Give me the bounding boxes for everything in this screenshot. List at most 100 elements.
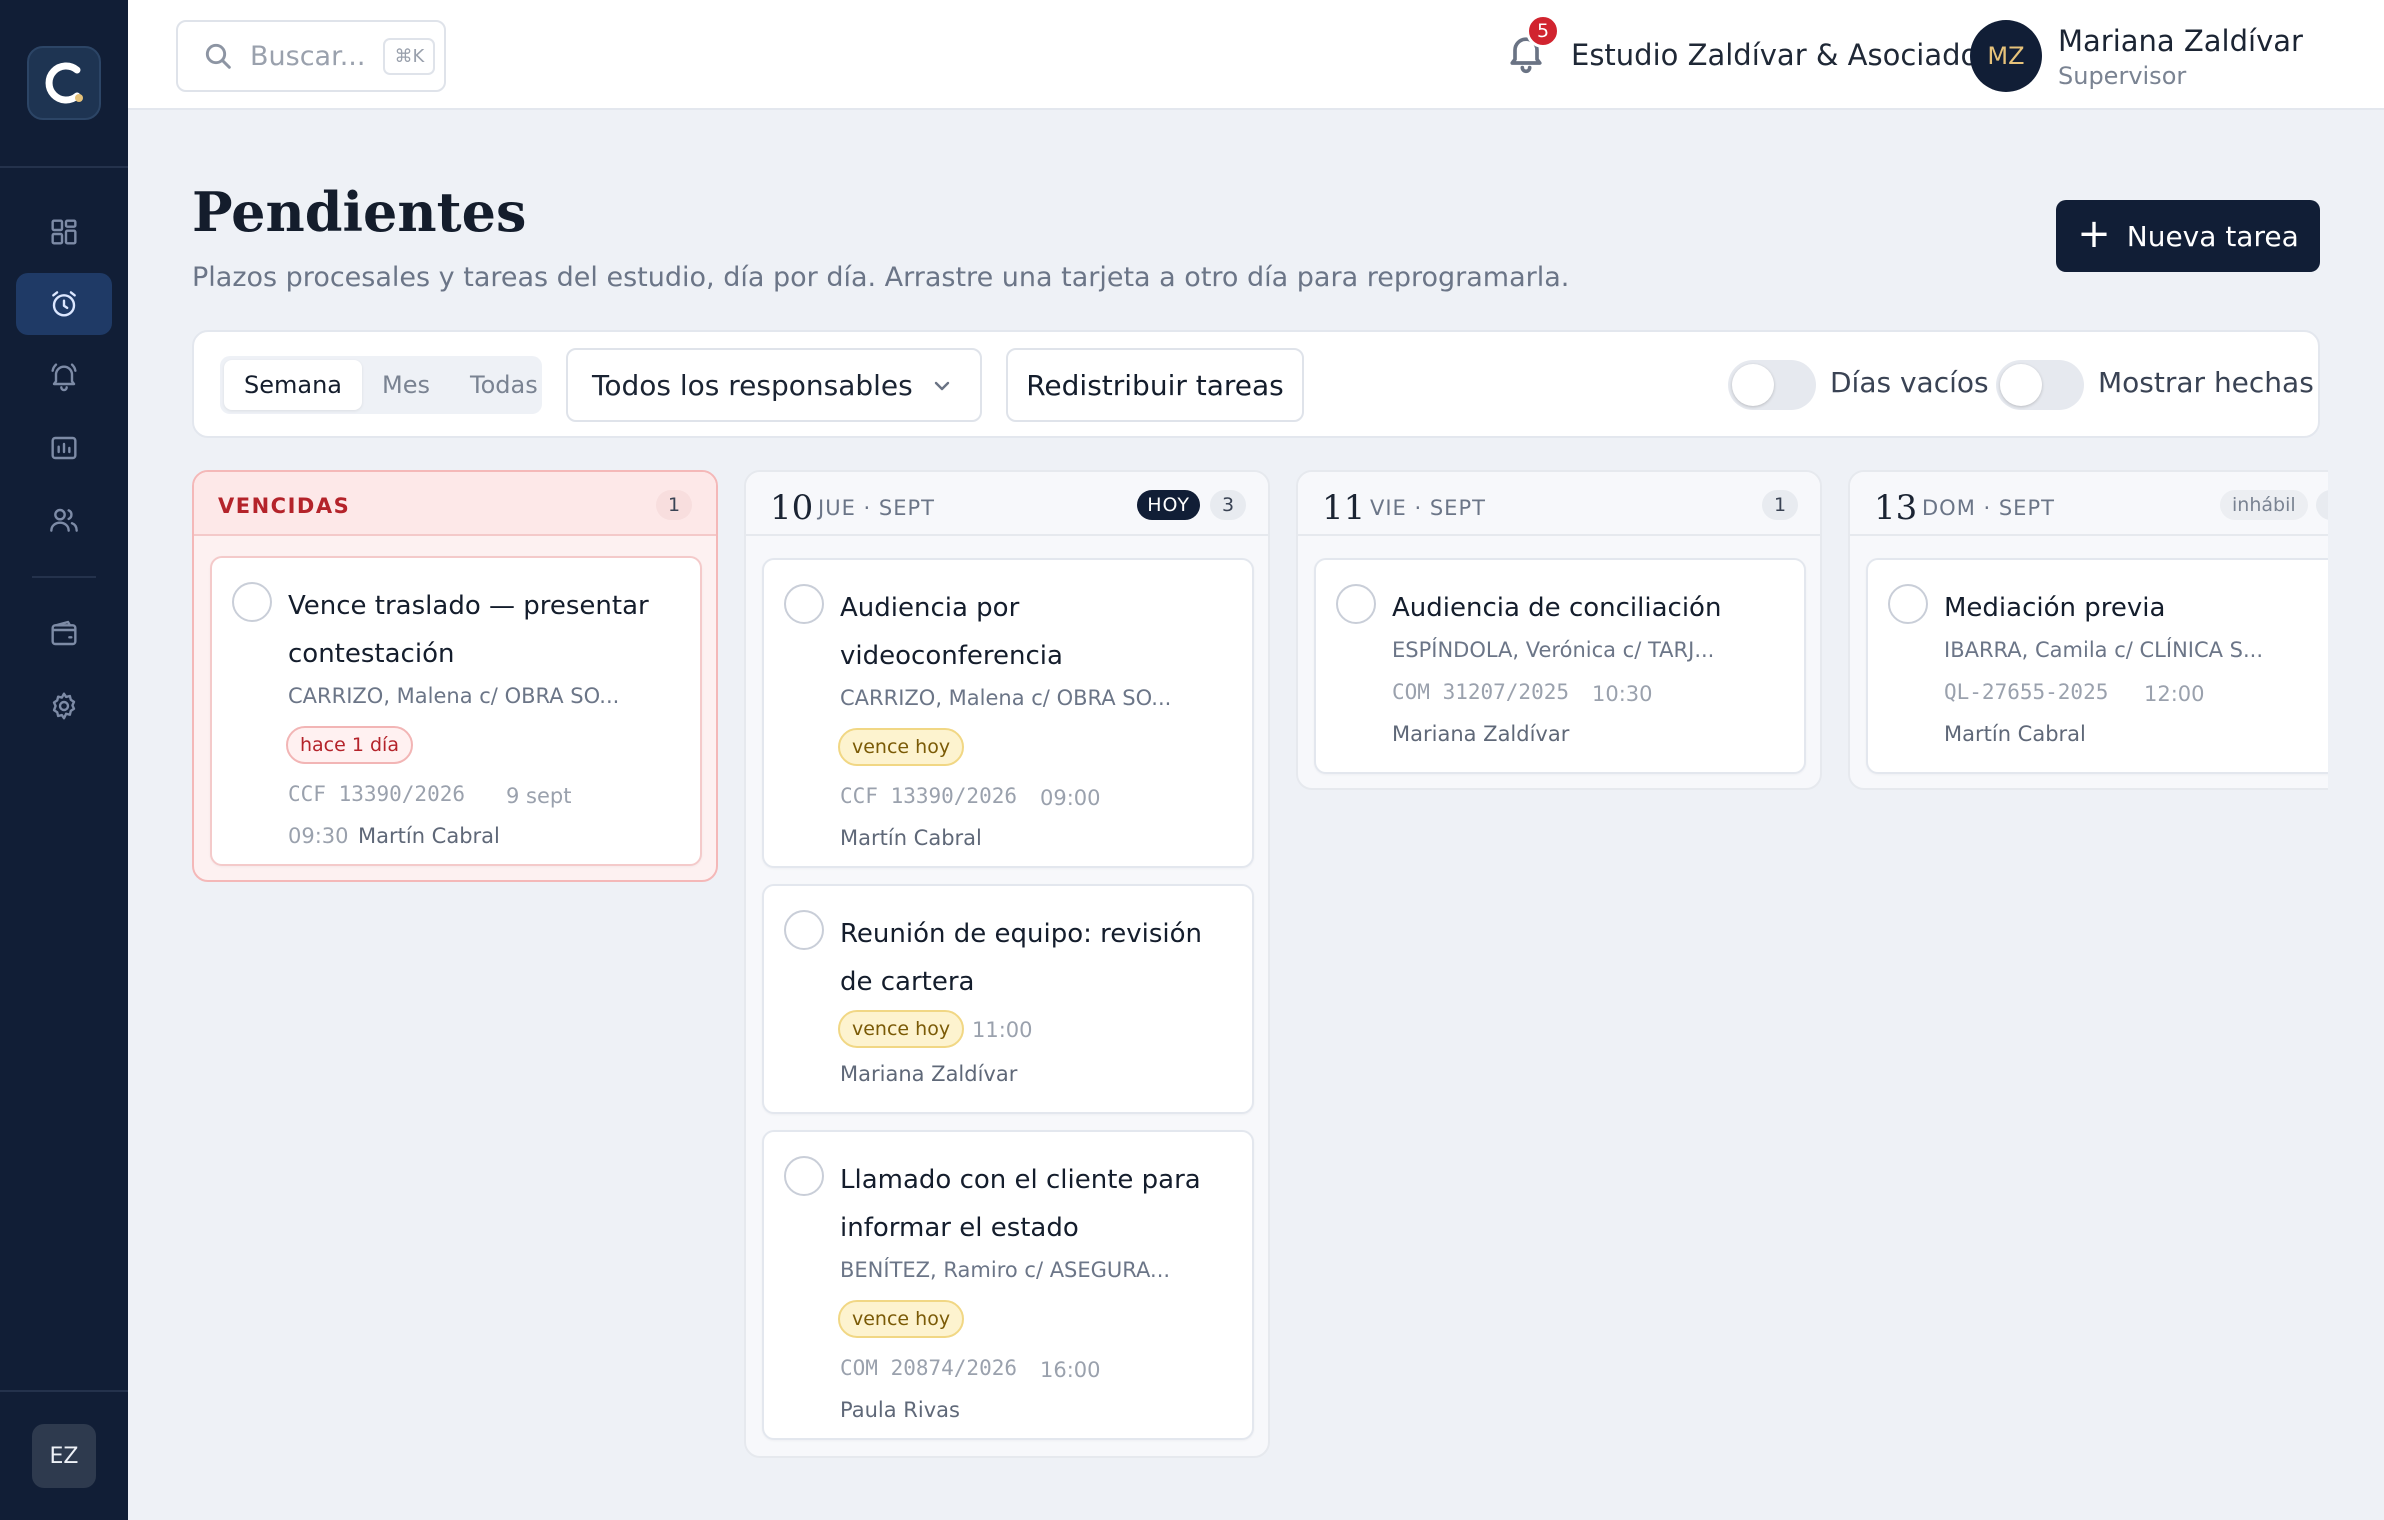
task-owner: Paula Rivas (840, 1398, 960, 1422)
user-name[interactable]: Mariana Zaldívar (2058, 24, 2303, 58)
task-party: CARRIZO, Malena c/ OBRA SO... (840, 686, 1172, 710)
sidebar-item-dashboard[interactable] (16, 201, 112, 263)
overdue-tag: hace 1 día (286, 726, 413, 764)
task-checkbox[interactable] (1888, 584, 1928, 624)
task-time: 12:00 (2144, 682, 2205, 706)
task-party: CARRIZO, Malena c/ OBRA SO... (288, 684, 620, 708)
bell-ring-icon (51, 363, 77, 392)
column-overdue: VENCIDAS 1 Vence traslado — presentar co… (192, 470, 718, 882)
logo-icon (45, 62, 83, 104)
task-party: BENÍTEZ, Ramiro c/ ASEGURA... (840, 1258, 1171, 1282)
view-option-todas[interactable]: Todas (450, 360, 558, 410)
notifications-button[interactable]: 5 (1504, 14, 1560, 80)
plus-icon: + (2077, 211, 2111, 257)
gear-icon (52, 692, 76, 720)
board-overflow-viewport: 13 DOM · SEPT inhábil Mediación previa I… (1848, 460, 2328, 820)
task-card[interactable]: Reunión de equipo: revisión de cartera v… (762, 884, 1254, 1114)
wallet-icon (51, 620, 77, 646)
assignee-select[interactable]: Todos los responsables (566, 348, 982, 422)
show-done-toggle[interactable] (1996, 360, 2084, 410)
assignee-select-value: Todos los responsables (592, 368, 913, 402)
view-option-mes[interactable]: Mes (362, 360, 450, 410)
sidebar-item-configuracion[interactable] (16, 675, 112, 737)
user-role: Supervisor (2058, 62, 2187, 90)
task-card[interactable]: Mediación previa IBARRA, Camila c/ CLÍNI… (1866, 558, 2328, 774)
column-day-number: 10 (770, 488, 814, 528)
due-today-tag: vence hoy (838, 1010, 965, 1048)
sidebar-divider (0, 166, 128, 168)
task-title: Audiencia por videoconferencia (840, 593, 1063, 671)
task-owner: Martín Cabral (1944, 722, 2086, 746)
search-input[interactable]: Buscar... ⌘K (176, 20, 446, 92)
sidebar-user-avatar[interactable]: EZ (32, 1424, 96, 1488)
column-header: 11 VIE · SEPT 1 (1298, 472, 1820, 536)
task-checkbox[interactable] (784, 1156, 824, 1196)
column-day-number: 13 (1874, 488, 1918, 528)
view-option-semana[interactable]: Semana (224, 360, 363, 410)
column-day-11: 11 VIE · SEPT 1 Audiencia de conciliació… (1296, 470, 1822, 790)
non-working-day-badge: inhábil (2220, 490, 2308, 520)
sidebar-item-pendientes[interactable] (16, 273, 112, 335)
app-logo[interactable] (27, 46, 101, 120)
task-card[interactable]: Audiencia por videoconferencia CARRIZO, … (762, 558, 1254, 868)
task-title: Reunión de equipo: revisión de cartera (840, 919, 1203, 997)
page-subtitle: Plazos procesales y tareas del estudio, … (192, 262, 1570, 293)
task-checkbox[interactable] (1336, 584, 1376, 624)
column-header: VENCIDAS 1 (194, 472, 716, 536)
task-count-badge: 1 (1762, 490, 1798, 520)
column-header: 13 DOM · SEPT inhábil (1850, 472, 2328, 536)
new-task-label: Nueva tarea (2126, 219, 2299, 253)
task-count-badge (2316, 490, 2328, 520)
column-weekday: DOM · SEPT (1922, 496, 2055, 520)
org-name[interactable]: Estudio Zaldívar & Asociados (1571, 38, 1993, 72)
empty-days-label: Días vacíos (1830, 366, 1989, 399)
column-header: 10 JUE · SEPT HOY 3 (746, 472, 1268, 536)
search-icon (205, 43, 231, 69)
task-title: Llamado con el cliente para informar el … (840, 1165, 1201, 1243)
case-number: CCF 13390/2026 (288, 782, 466, 806)
task-checkbox[interactable] (784, 910, 824, 950)
task-card[interactable]: Audiencia de conciliación ESPÍNDOLA, Ver… (1314, 558, 1806, 774)
search-placeholder: Buscar... (250, 40, 366, 72)
task-time: 10:30 (1592, 682, 1653, 706)
case-number: CCF 13390/2026 (840, 784, 1018, 808)
sidebar-item-clientes[interactable] (16, 489, 112, 551)
due-today-tag: vence hoy (838, 1300, 965, 1338)
task-checkbox[interactable] (232, 582, 272, 622)
empty-days-toggle[interactable] (1728, 360, 1816, 410)
case-number: COM 31207/2025 (1392, 680, 1570, 704)
task-date: 9 sept (506, 784, 572, 808)
task-time: 09:00 (1040, 786, 1101, 810)
column-day-13: 13 DOM · SEPT inhábil Mediación previa I… (1848, 470, 2328, 790)
column-day-number: 11 (1322, 488, 1366, 528)
sidebar-item-expedientes[interactable] (16, 417, 112, 479)
redistribute-button[interactable]: Redistribuir tareas (1006, 348, 1304, 422)
sidebar-item-billetera[interactable] (16, 603, 112, 665)
users-icon (50, 508, 78, 532)
sidebar-item-alertas[interactable] (16, 345, 112, 407)
notification-count-badge: 5 (1526, 14, 1560, 48)
view-switcher: Semana Mes Todas (220, 356, 542, 414)
new-task-button[interactable]: + Nueva tarea (2056, 200, 2320, 272)
due-today-tag: vence hoy (838, 728, 965, 766)
column-title: VENCIDAS (218, 494, 351, 518)
task-owner: Mariana Zaldívar (1392, 722, 1570, 746)
task-checkbox[interactable] (784, 584, 824, 624)
sidebar-divider (32, 576, 96, 578)
column-day-10: 10 JUE · SEPT HOY 3 Audiencia por videoc… (744, 470, 1270, 1458)
task-count-badge: 1 (656, 490, 692, 520)
column-weekday: JUE · SEPT (818, 496, 935, 520)
task-card[interactable]: Vence traslado — presentar contestación … (210, 556, 702, 866)
filters-bar: Semana Mes Todas Todos los responsables … (192, 330, 2320, 438)
task-time: 09:30 (288, 824, 349, 848)
page-title: Pendientes (192, 180, 527, 244)
case-number: QL-27655-2025 (1944, 680, 2109, 704)
task-card[interactable]: Llamado con el cliente para informar el … (762, 1130, 1254, 1440)
case-number: COM 20874/2026 (840, 1356, 1018, 1380)
sidebar: EZ (0, 0, 128, 1520)
alarm-clock-icon (52, 291, 76, 317)
topbar: Buscar... ⌘K 5 Estudio Zaldívar & Asocia… (128, 0, 2384, 110)
task-owner: Mariana Zaldívar (840, 1062, 1018, 1086)
search-shortcut: ⌘K (383, 37, 436, 75)
user-avatar[interactable]: MZ (1970, 20, 2042, 92)
